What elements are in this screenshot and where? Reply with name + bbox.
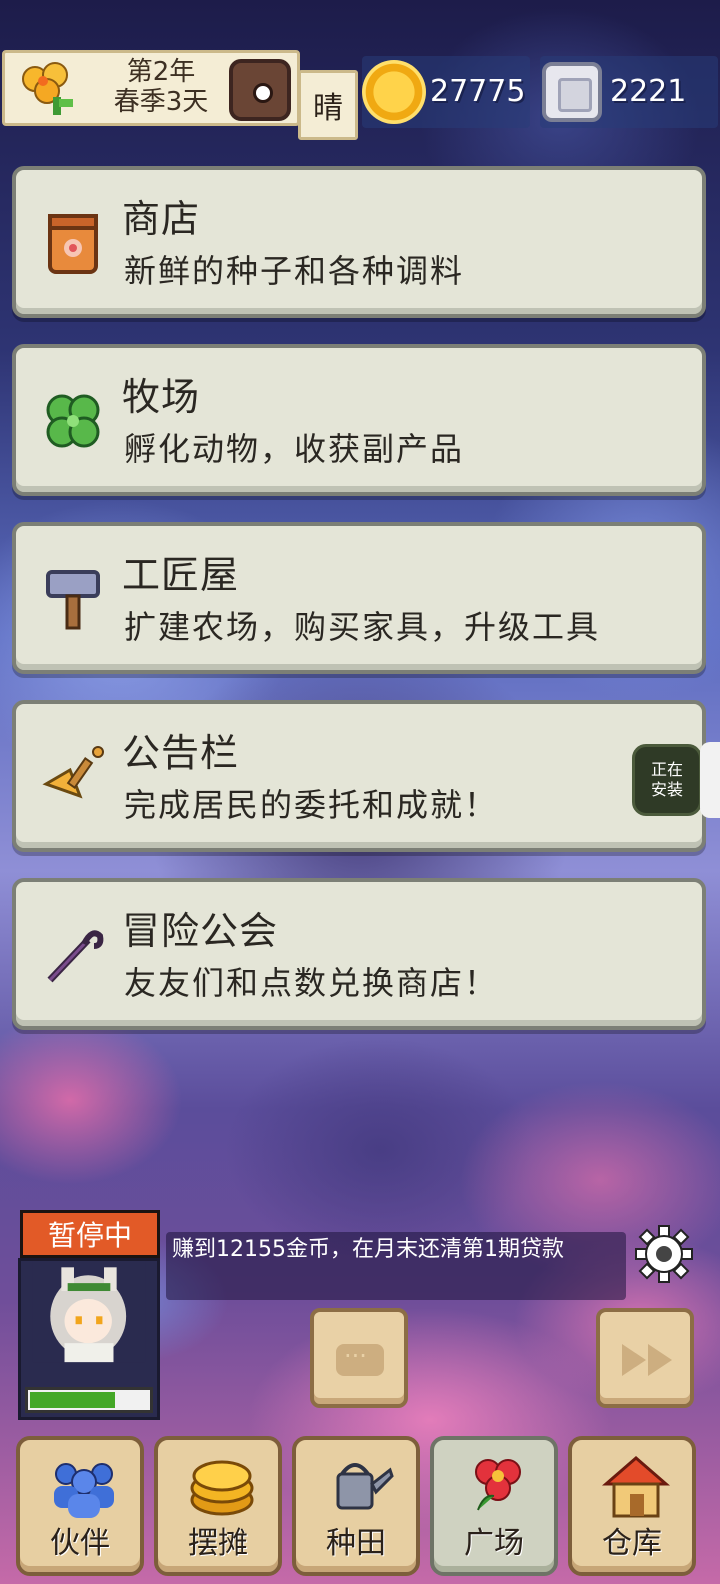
- clock-icon[interactable]: [229, 59, 291, 121]
- menu-desc: 完成居民的委托和成就！: [124, 786, 499, 824]
- house-icon: [601, 1456, 671, 1518]
- year-label: 第2年: [126, 57, 196, 87]
- clover-icon: [46, 394, 100, 448]
- nav-farming[interactable]: 种田: [292, 1436, 420, 1576]
- menu-desc: 孵化动物，收获副产品: [124, 430, 465, 468]
- stamina-bar: [25, 1387, 153, 1413]
- nav-warehouse[interactable]: 仓库: [568, 1436, 696, 1576]
- chat-button[interactable]: [310, 1308, 408, 1408]
- people-icon: [54, 1463, 114, 1518]
- nav-plaza[interactable]: 广场: [430, 1436, 558, 1576]
- menu-title: 冒险公会: [122, 909, 279, 953]
- character-portrait[interactable]: [18, 1258, 160, 1420]
- install-line2: 安装: [650, 780, 683, 799]
- menu-card-workshop[interactable]: 工匠屋 扩建农场，购买家具，升级工具: [12, 522, 706, 674]
- install-edge: [700, 742, 720, 818]
- nav-stall[interactable]: 摆摊: [154, 1436, 282, 1576]
- horn-icon: [42, 746, 104, 799]
- stamina-fill: [30, 1392, 115, 1408]
- nav-label: 摆摊: [188, 1526, 248, 1561]
- gold-coin-icon: [362, 60, 426, 124]
- menu-title: 牧场: [122, 375, 201, 419]
- staff-icon: [47, 930, 104, 983]
- date-panel: 第2年 春季3天: [2, 50, 300, 126]
- nav-partners[interactable]: 伙伴: [16, 1436, 144, 1576]
- coins-icon: [190, 1460, 254, 1516]
- menu-desc: 扩建农场，购买家具，升级工具: [124, 608, 601, 646]
- watering-can-icon: [336, 1463, 394, 1510]
- gold-value: 27775: [430, 74, 526, 109]
- hammer-icon: [46, 570, 100, 630]
- menu-desc: 新鲜的种子和各种调料: [124, 252, 465, 290]
- nav-label: 种田: [326, 1526, 386, 1561]
- fast-forward-icon: [622, 1344, 672, 1376]
- weather-label: 晴: [298, 70, 358, 140]
- menu-title: 商店: [122, 197, 201, 241]
- nav-label: 仓库: [602, 1526, 662, 1561]
- quest-text[interactable]: 赚到12155金币，在月末还清第1期贷款: [166, 1232, 626, 1300]
- menu-card-guild[interactable]: 冒险公会 友友们和点数兑换商店！: [12, 878, 706, 1030]
- install-line1: 正在: [650, 760, 683, 779]
- silver-value: 2221: [610, 74, 687, 109]
- chat-bubble-icon: [336, 1342, 384, 1376]
- installing-badge[interactable]: 正在 安装: [632, 744, 702, 816]
- seed-bag-icon: [48, 214, 98, 274]
- menu-card-ranch[interactable]: 牧场 孵化动物，收获副产品: [12, 344, 706, 496]
- character-avatar: [32, 1261, 146, 1363]
- flower-icon: [475, 1459, 521, 1511]
- silver-coin-icon: [542, 62, 602, 122]
- gear-icon[interactable]: [634, 1224, 694, 1284]
- menu-desc: 友友们和点数兑换商店！: [124, 964, 499, 1002]
- fast-forward-button[interactable]: [596, 1308, 694, 1408]
- menu-title: 公告栏: [122, 731, 240, 775]
- nav-label: 伙伴: [50, 1526, 110, 1561]
- menu-title: 工匠屋: [122, 553, 240, 597]
- gold-counter: 27775: [362, 56, 530, 128]
- menu-card-shop[interactable]: 商店 新鲜的种子和各种调料: [12, 166, 706, 318]
- nav-label: 广场: [464, 1526, 524, 1561]
- pause-badge[interactable]: 暂停中: [20, 1210, 160, 1258]
- menu-card-bulletin[interactable]: 公告栏 完成居民的委托和成就！: [12, 700, 706, 852]
- season-day-label: 春季3天: [113, 87, 209, 117]
- silver-counter: 2221: [540, 56, 718, 128]
- flower-icon: [22, 62, 73, 115]
